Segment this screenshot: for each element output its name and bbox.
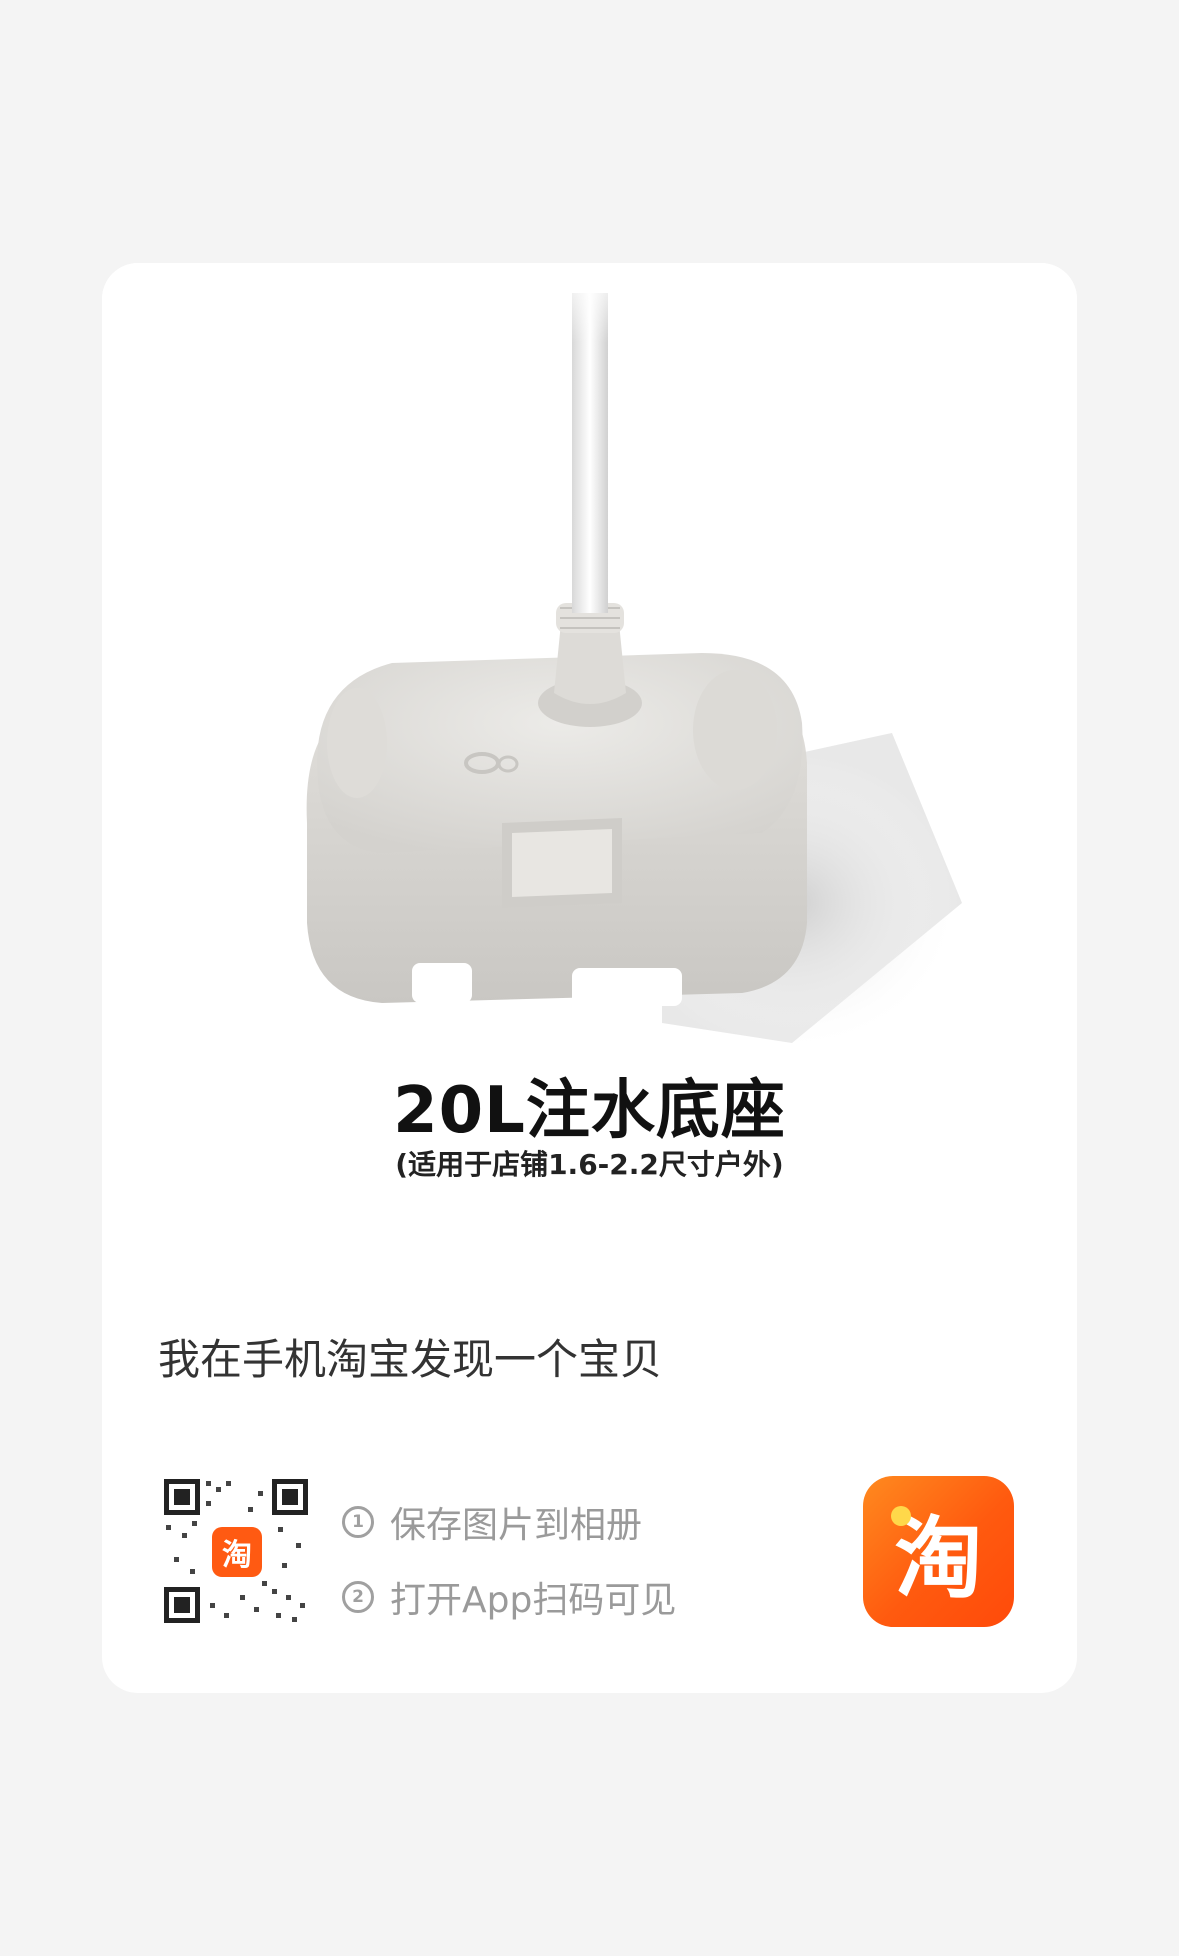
qr-code[interactable]: 淘: [162, 1477, 310, 1625]
share-card: 20L注水底座 (适用于店铺1.6-2.2尺寸户外) 我在手机淘宝发现一个宝贝: [102, 263, 1077, 1693]
step-2-number: 2: [342, 1581, 374, 1613]
taobao-logo-char: 淘: [894, 1507, 983, 1610]
step-open-app: 2 打开App扫码可见: [342, 1571, 676, 1623]
qr-center-logo: 淘: [212, 1527, 262, 1577]
step-1-number: 1: [342, 1506, 374, 1538]
taobao-app-icon[interactable]: 淘: [863, 1476, 1014, 1627]
step-save-image: 1 保存图片到相册: [342, 1496, 642, 1548]
step-2-text: 打开App扫码可见: [390, 1580, 677, 1621]
step-1-text: 保存图片到相册: [390, 1505, 643, 1546]
logo-dot-icon: [891, 1506, 911, 1526]
share-message: 我在手机淘宝发现一个宝贝: [158, 1335, 663, 1384]
product-image: 20L注水底座 (适用于店铺1.6-2.2尺寸户外): [102, 263, 1077, 1243]
product-title: 20L注水底座: [393, 1074, 786, 1148]
product-subtitle: (适用于店铺1.6-2.2尺寸户外): [395, 1148, 784, 1181]
